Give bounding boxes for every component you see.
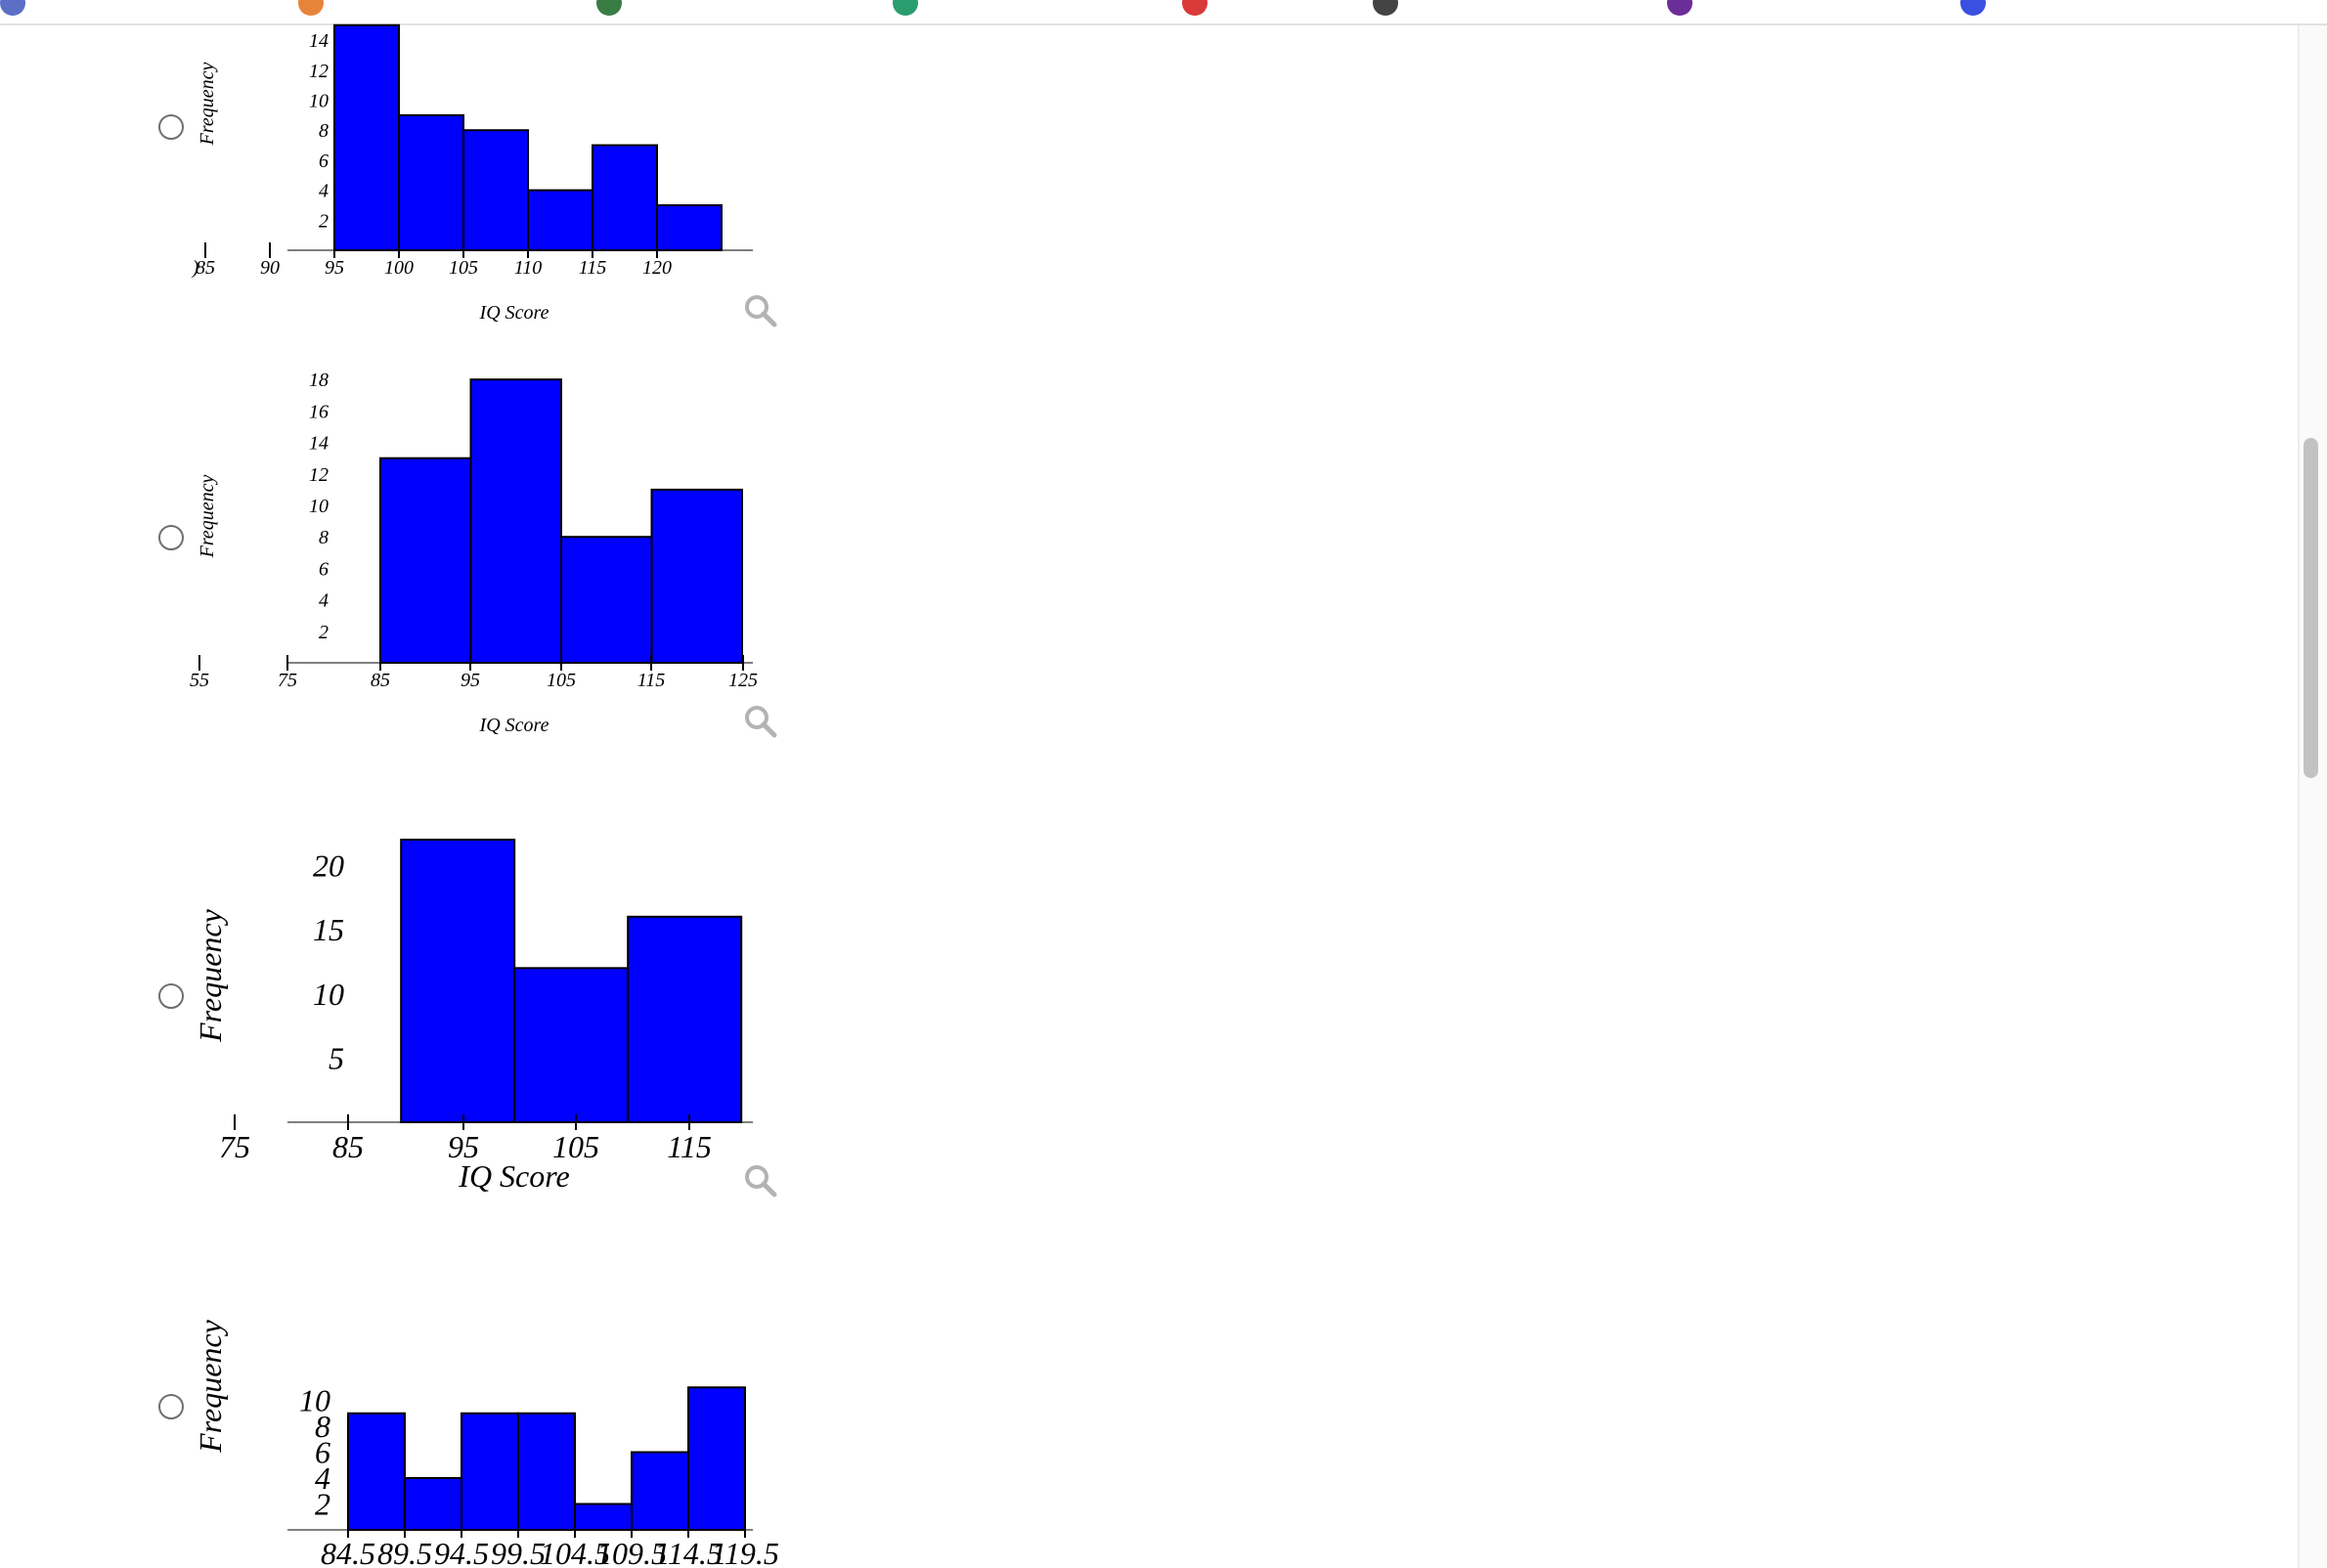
scrollbar-thumb[interactable] (2304, 438, 2318, 778)
histogram-bar (650, 488, 743, 664)
answer-option-b: 2 4 6 8 10 12 14 16 18 55 75 85 95 105 115 125 Frequency… (0, 342, 880, 753)
x-tick-label: 125 (728, 670, 758, 691)
histogram-bar (592, 144, 658, 251)
histogram-bar (627, 915, 743, 1123)
answer-option-a: 2 4 6 8 10 12 14 85 90 95 100 105 110 115 120) Frequenc… (0, 0, 880, 342)
histogram-bar (461, 1412, 519, 1531)
x-tick-label: 110 (514, 257, 543, 279)
histogram-bar (379, 457, 472, 664)
y-tick-label: 10 (313, 977, 344, 1012)
magnifier-icon[interactable] (743, 1163, 778, 1198)
histogram-bar (527, 189, 593, 252)
answer-option-d: 2 4 6 8 10 84.5 89.5 94.5 99.5 104.5 109.5 114.5 119… (0, 1222, 880, 1568)
y-tick-label: 4 (319, 181, 329, 202)
histogram-option-c: 510152075 85 95 105 115FrequencyIQ Score (193, 838, 753, 1194)
y-tick-label: 10 (299, 1383, 330, 1418)
y-axis-label: Frequency (193, 908, 228, 1042)
x-tick-label: 99.5 (491, 1536, 546, 1568)
y-tick-label: 2 (319, 622, 329, 643)
x-tick-label: 84.5 (321, 1536, 375, 1568)
y-tick-label: 15 (313, 912, 344, 947)
y-tick-label: 10 (309, 91, 329, 112)
x-tick-label: 120 (642, 257, 672, 279)
y-tick-label: 5 (329, 1041, 344, 1076)
y-tick-label: 12 (309, 464, 329, 486)
magnifier-icon[interactable] (743, 293, 778, 328)
bookmark-icon-5[interactable] (1182, 0, 1207, 16)
y-tick-label: 14 (309, 433, 329, 455)
histogram-bar (574, 1503, 633, 1531)
histogram-bar (560, 536, 653, 664)
x-tick-label: 105 (547, 670, 576, 691)
x-tick-label: 85 (371, 670, 390, 691)
histogram-bar (517, 1412, 576, 1531)
y-tick-label: 8 (319, 527, 329, 548)
y-tick-label: 6 (319, 151, 329, 172)
x-tick-label: 119.5 (711, 1536, 779, 1568)
histogram-bar (333, 23, 400, 251)
scrollbar-track[interactable] (2298, 25, 2327, 1568)
y-axis-label: Frequency (197, 474, 218, 558)
histogram-bar (631, 1451, 689, 1531)
y-tick-label: 4 (319, 590, 329, 612)
x-tick-label: 55 (190, 670, 209, 691)
x-tick-label: 100 (384, 257, 414, 279)
x-axis-label: IQ Score (479, 715, 549, 736)
x-tick-label-cutoff: ) (192, 257, 199, 279)
histogram-bar (404, 1477, 462, 1531)
magnifier-icon[interactable] (743, 704, 778, 739)
histogram-bar (398, 113, 464, 251)
bookmark-icon-7[interactable] (1667, 0, 1692, 16)
y-tick-label: 14 (309, 30, 329, 52)
y-tick-label: 18 (309, 370, 329, 391)
histogram-bar (462, 129, 529, 251)
x-axis-label: IQ Score (479, 302, 549, 324)
y-axis-label: Frequency (193, 1319, 228, 1453)
y-tick-label: 12 (309, 61, 329, 82)
histogram-bar (400, 838, 516, 1123)
histogram-bar (656, 203, 723, 251)
y-tick-label: 6 (319, 558, 329, 580)
x-axis-label: IQ Score (458, 1158, 569, 1194)
histogram-option-a: 246810121485 90 95 100 105 110 115 120)Frequenc… (192, 23, 753, 324)
x-tick-label: 115 (579, 257, 607, 279)
bookmark-icon-6[interactable] (1373, 0, 1398, 16)
y-tick-label: 16 (309, 401, 329, 422)
y-tick-label: 8 (319, 120, 329, 142)
histogram-bar (687, 1386, 746, 1531)
x-tick-label: 95 (461, 670, 480, 691)
x-tick-label: 115 (637, 670, 666, 691)
x-tick-label: 89.5 (377, 1536, 432, 1568)
histogram-option-d: 24681084.5 89.5 94.5 99.5104.5109.5114.5119… (193, 1319, 779, 1568)
x-tick-label: 115 (667, 1129, 712, 1164)
x-tick-label: 95 (325, 257, 344, 279)
y-tick-label: 10 (309, 496, 329, 517)
x-tick-label: 90 (260, 257, 280, 279)
bookmark-icon-4[interactable] (893, 0, 918, 16)
y-axis-label: Frequency (197, 62, 218, 146)
histogram-bar (347, 1412, 406, 1531)
histogram-bar (469, 378, 562, 664)
histogram-bar (513, 967, 630, 1123)
y-tick-label: 20 (313, 848, 344, 883)
x-tick-label: 85 (332, 1129, 364, 1164)
y-tick-label: 2 (319, 210, 329, 232)
x-tick-label: 94.5 (434, 1536, 489, 1568)
x-tick-label: 75 (219, 1129, 250, 1164)
histogram-option-b: 2 4 6 8 10 12 14 16 18 55 75 85 95 105 115 125 Frequency… (190, 370, 758, 736)
x-tick-label: 105 (449, 257, 478, 279)
answer-option-c: 5 10 15 20 75 85 95 105 115 Frequency IQ Score (0, 782, 880, 1212)
x-tick-label: 75 (278, 670, 297, 691)
bookmark-icon-8[interactable] (1960, 0, 1986, 16)
